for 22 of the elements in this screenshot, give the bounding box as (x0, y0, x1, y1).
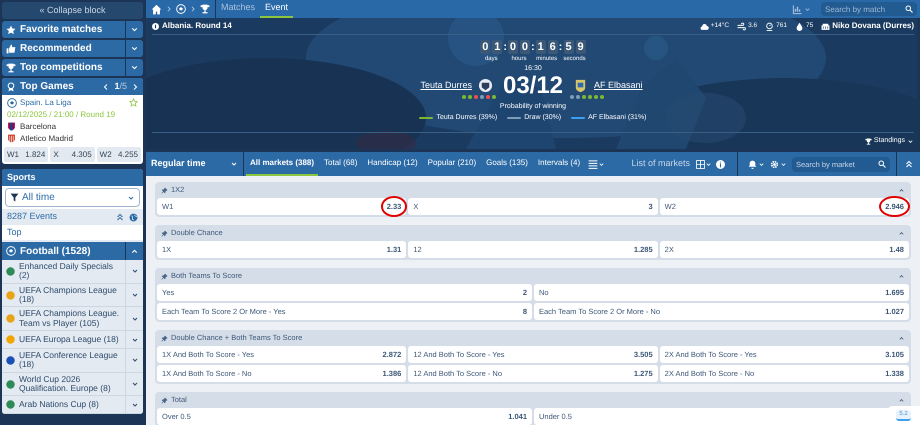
events-count: 8287 Events (7, 210, 58, 224)
countdown-digit: 0 (508, 40, 518, 54)
venue-name: Niko Dovana (Durres) (832, 20, 914, 32)
match-date-score: 03/12 (502, 72, 564, 98)
countdown-digit: 9 (576, 40, 586, 54)
match-date: 02/12/2025 / 21:00 / Round 19 (7, 109, 116, 120)
page-counter: 1/5 (114, 80, 127, 93)
section-title: Top Games (20, 80, 75, 94)
countdown-digit: 5 (564, 40, 574, 54)
countdown-digit: 0 (520, 40, 530, 54)
team-name: Atletico Madrid (20, 133, 73, 144)
team-name: Barcelona (20, 121, 56, 132)
countdown-digit: 6 (548, 40, 558, 54)
countdown-digit: 0 (480, 40, 490, 54)
countdown-separator: : (530, 40, 535, 54)
list-of-markets-label: List of markets (631, 157, 690, 170)
countdown-digit: 1 (536, 40, 546, 54)
section-title: Sports (2, 169, 143, 186)
countdown-digit: 1 (492, 40, 502, 54)
tournament-round: Albania. Round 14 (162, 20, 233, 32)
countdown-separator: : (503, 40, 507, 54)
countdown-separator: : (558, 40, 562, 54)
